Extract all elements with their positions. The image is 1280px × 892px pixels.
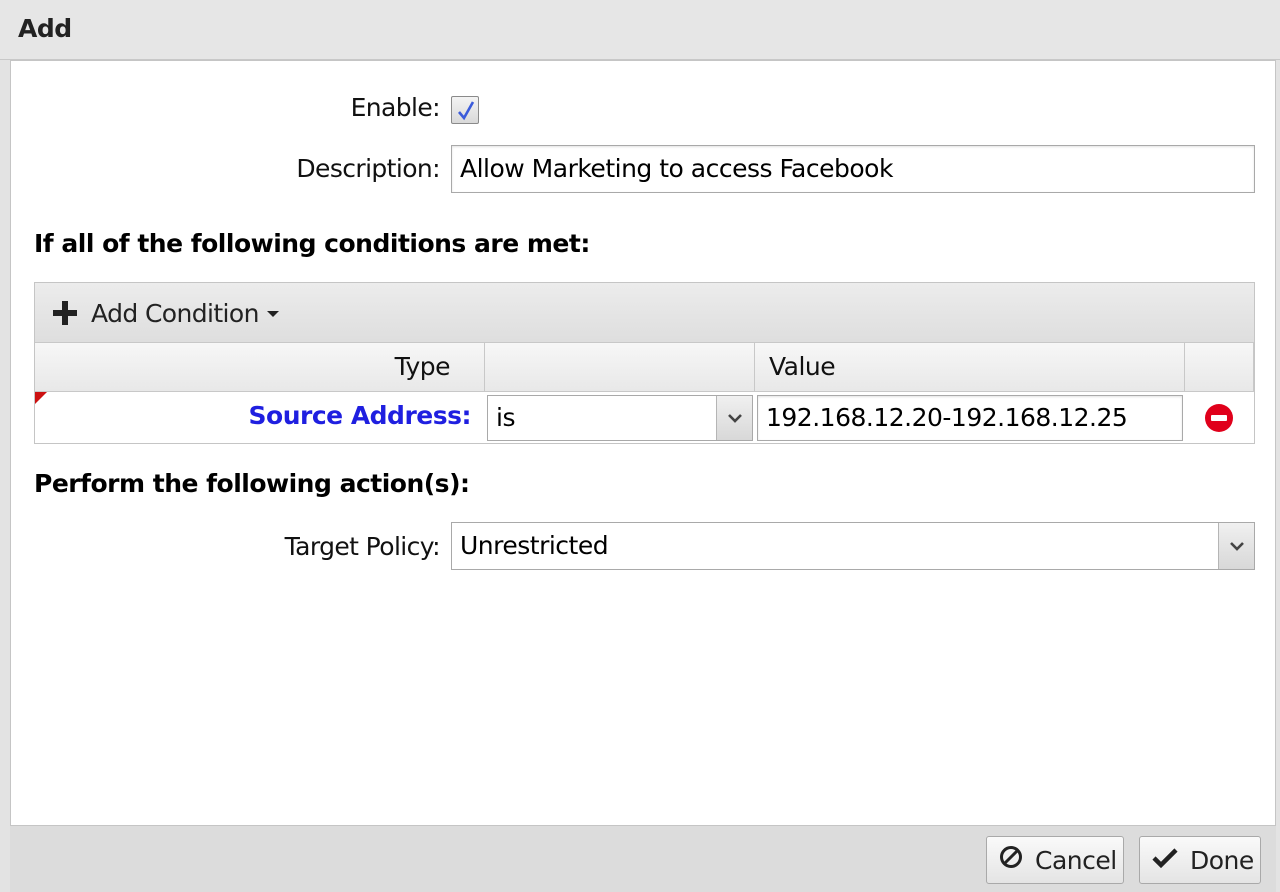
target-policy-value: Unrestricted: [460, 531, 609, 560]
column-header-value[interactable]: Value: [755, 343, 1185, 392]
condition-row: Source Address: is 192.168.12.20-192.168…: [35, 392, 1254, 443]
operator-dropdown-trigger[interactable]: [716, 396, 752, 440]
column-header-type[interactable]: Type: [35, 343, 485, 392]
add-condition-label: Add Condition: [91, 298, 259, 328]
conditions-heading: If all of the following conditions are m…: [34, 229, 590, 258]
enable-checkbox[interactable]: [451, 96, 479, 124]
dialog-title: Add: [18, 14, 72, 43]
checkmark-icon: [1152, 846, 1178, 875]
remove-condition-icon[interactable]: [1205, 404, 1233, 432]
condition-operator-value: is: [496, 403, 515, 432]
chevron-down-icon: [1230, 542, 1244, 551]
conditions-grid: Add Condition Type Value Source Address:…: [34, 282, 1255, 444]
target-policy-label: Target Policy:: [284, 532, 441, 561]
target-policy-select[interactable]: Unrestricted: [451, 522, 1255, 570]
description-label: Description:: [296, 154, 440, 183]
condition-operator-select[interactable]: is: [487, 395, 753, 441]
condition-type[interactable]: Source Address:: [35, 392, 485, 443]
condition-value-input[interactable]: 192.168.12.20-192.168.12.25: [757, 395, 1183, 441]
cancel-button[interactable]: Cancel: [986, 836, 1124, 884]
add-condition-button[interactable]: Add Condition: [53, 295, 279, 331]
chevron-down-icon: [728, 414, 742, 423]
done-label: Done: [1190, 845, 1254, 875]
target-policy-dropdown-trigger[interactable]: [1218, 523, 1254, 569]
dialog-titlebar: Add: [0, 0, 1280, 60]
column-header-operator[interactable]: [485, 343, 755, 392]
conditions-toolbar: Add Condition: [35, 283, 1254, 343]
actions-heading: Perform the following action(s):: [34, 469, 470, 498]
enable-label: Enable:: [350, 93, 441, 122]
caret-down-icon: [266, 311, 279, 317]
cancel-icon: [999, 845, 1023, 875]
description-input[interactable]: Allow Marketing to access Facebook: [451, 145, 1255, 193]
check-icon: [458, 101, 475, 121]
plus-icon: [53, 301, 77, 325]
done-button[interactable]: Done: [1139, 836, 1261, 884]
column-header-actions: [1185, 343, 1254, 392]
cancel-label: Cancel: [1035, 845, 1117, 875]
dialog-footer: Cancel Done: [10, 826, 1276, 892]
